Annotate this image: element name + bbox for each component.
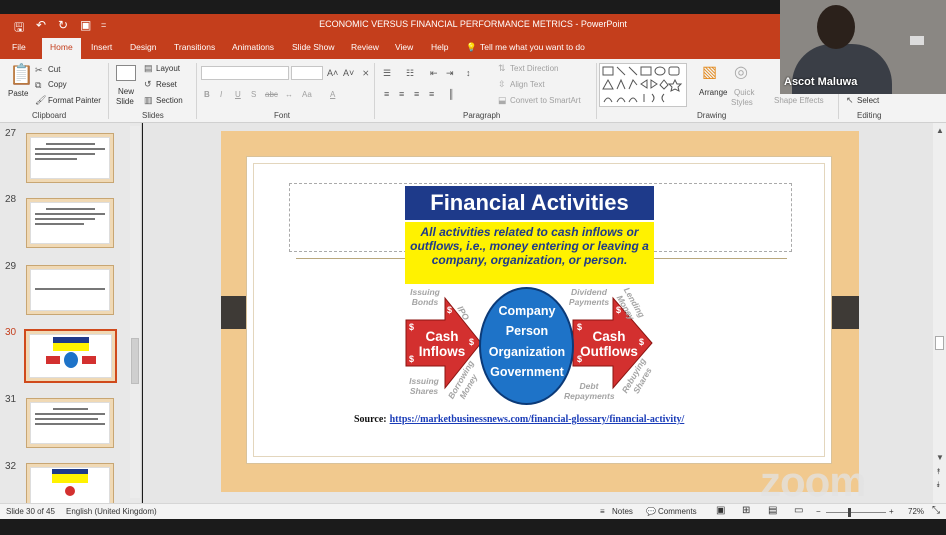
cash-outflows-line2: Outflows [580, 344, 638, 359]
previous-slide-icon[interactable]: ⯭ [936, 467, 941, 477]
inflow-item: Issuing Bonds [410, 287, 440, 307]
inflow-item: Issuing Shares [409, 376, 439, 396]
comments-button[interactable]: Comments [658, 507, 697, 516]
normal-view-icon[interactable]: ▣ [716, 505, 725, 516]
entity-label: Organization [488, 345, 566, 359]
webcam-person-head [817, 5, 855, 49]
outflow-item: Dividend Payments [568, 287, 610, 307]
slideshow-view-icon[interactable]: ▭ [794, 505, 803, 516]
fit-to-window-icon[interactable]: ⤡ [932, 505, 940, 516]
scroll-up-icon[interactable]: ▲ [936, 126, 944, 135]
editor-scroll-thumb[interactable] [935, 336, 944, 350]
zoom-watermark: zoom [760, 458, 867, 505]
dollar-icon: $ [447, 305, 453, 315]
powerpoint-window: 🖫 ↶ ↻ ▣ = ECONOMIC VERSUS FINANCIAL PERF… [0, 0, 946, 535]
source-link[interactable]: https://marketbusinessnews.com/financial… [390, 414, 685, 425]
outflow-item: Debt Repayments [564, 381, 615, 401]
cash-outflows-label: Cash Outflows [578, 329, 640, 359]
scroll-down-icon[interactable]: ▼ [936, 453, 944, 462]
entity-label: Government [490, 365, 564, 379]
cash-inflows-label: Cash Inflows [414, 329, 470, 359]
zoom-level[interactable]: 72% [908, 507, 924, 516]
comments-icon: 💬 [646, 507, 656, 516]
next-slide-icon[interactable]: ⯯ [936, 480, 941, 490]
zoom-in-icon[interactable]: + [889, 507, 894, 516]
notes-icon: ≡ [600, 507, 605, 516]
zoom-slider-thumb[interactable] [848, 508, 851, 517]
source-label: Source: [354, 414, 387, 425]
notes-button[interactable]: Notes [612, 507, 633, 516]
zoom-slider[interactable] [826, 508, 886, 517]
language-indicator[interactable]: English (United Kingdom) [66, 507, 157, 516]
slide-counter: Slide 30 of 45 [6, 507, 55, 516]
cash-outflows-line1: Cash [592, 329, 626, 344]
entity-label: Person [505, 324, 549, 338]
webcam-video-tile: Ascot Maluwa [780, 0, 946, 94]
slide-sorter-icon[interactable]: ⊞ [742, 505, 750, 516]
cash-inflows-line2: Inflows [418, 344, 466, 359]
cash-inflows-line1: Cash [425, 329, 459, 344]
zoom-out-icon[interactable]: − [816, 507, 821, 516]
wall-outlet [910, 36, 924, 45]
reading-view-icon[interactable]: ▤ [768, 505, 777, 516]
editor-vertical-scrollbar[interactable]: ▲ ▼ ⯭ ⯯ [933, 123, 946, 503]
source-citation: Source: https://marketbusinessnews.com/fi… [354, 414, 684, 425]
participant-name: Ascot Maluwa [784, 76, 858, 88]
